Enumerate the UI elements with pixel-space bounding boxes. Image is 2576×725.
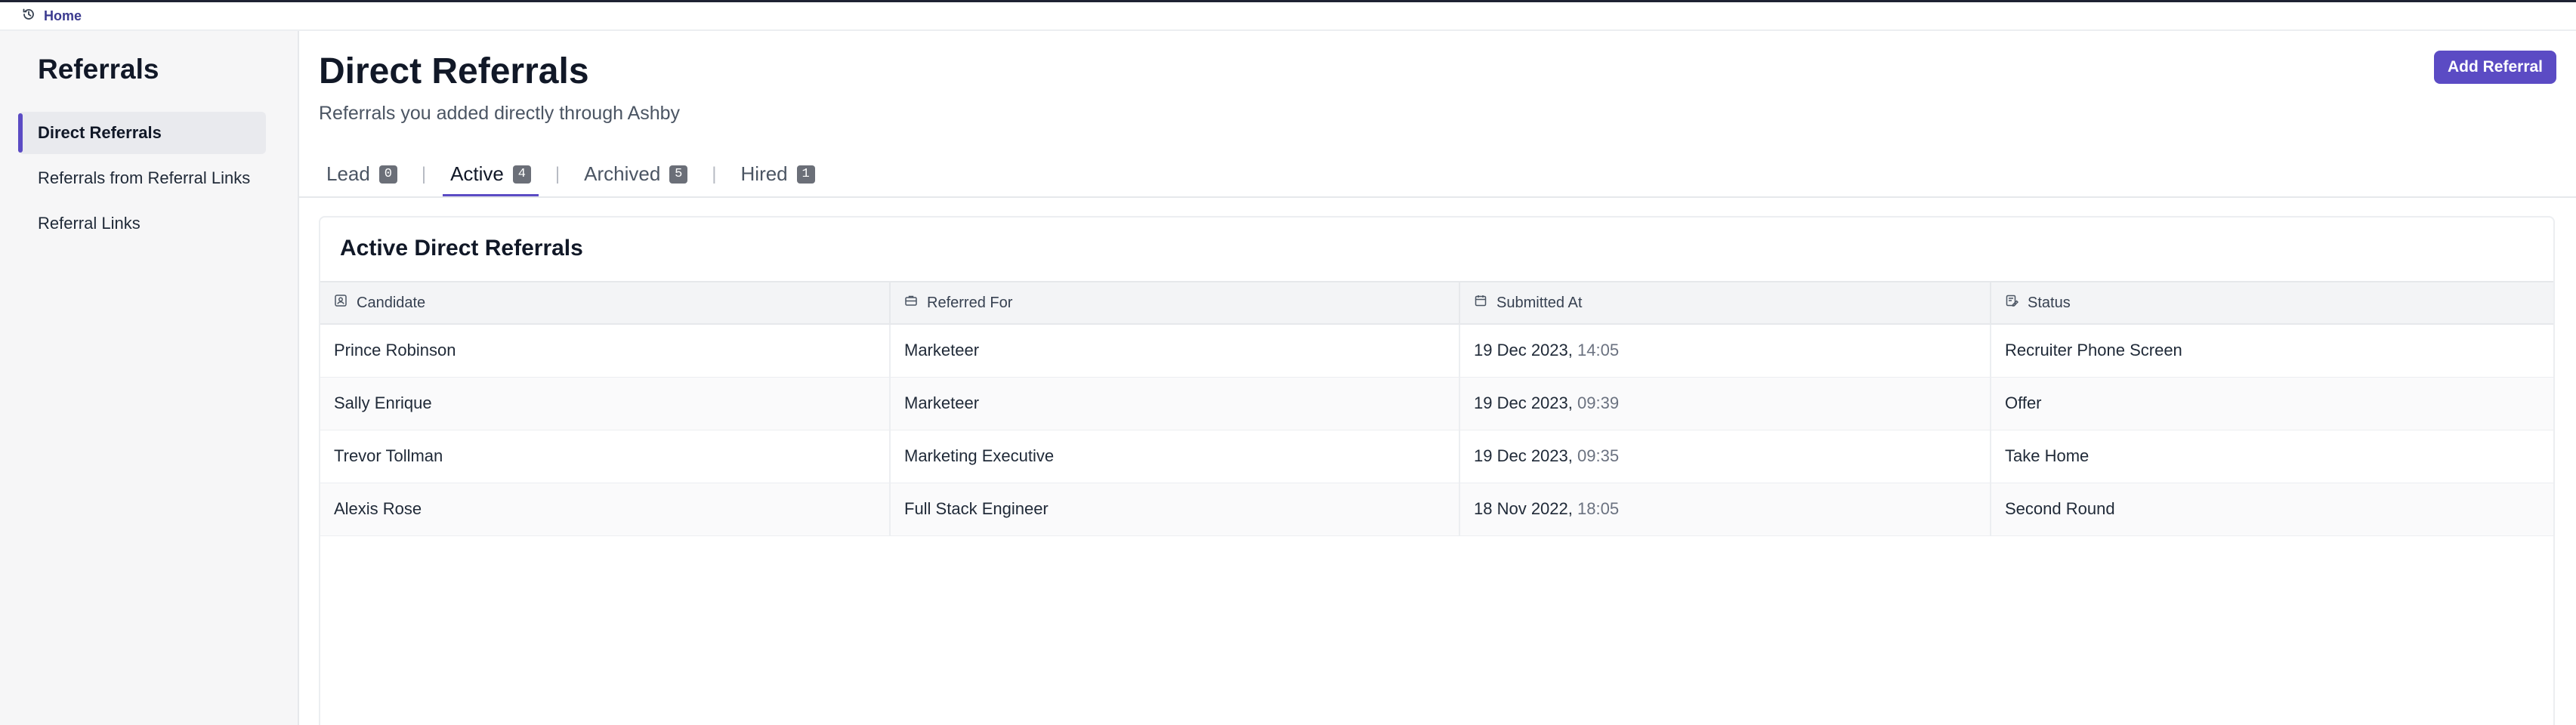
column-header-label: Submitted At (1496, 294, 1583, 311)
submitted-time: 09:35 (1577, 446, 1620, 465)
tab-archived[interactable]: Archived 5 (576, 152, 695, 196)
tab-active[interactable]: Active 4 (443, 152, 539, 196)
table-row[interactable]: Prince Robinson Marketeer 19 Dec 2023, 1… (320, 324, 2553, 378)
status-edit-icon (2005, 294, 2019, 312)
top-bar: Home (0, 2, 2576, 31)
tab-count-badge: 1 (796, 165, 815, 184)
column-header-label: Referred For (927, 294, 1013, 311)
cell-submitted-at: 19 Dec 2023, 09:39 (1459, 377, 1991, 430)
submitted-date: 19 Dec 2023, (1474, 341, 1573, 360)
tab-divider: | (712, 163, 717, 184)
tab-divider: | (421, 163, 427, 184)
column-header-label: Status (2028, 294, 2071, 311)
cell-status: Offer (1991, 377, 2553, 430)
column-header-referred-for[interactable]: Referred For (890, 281, 1460, 325)
column-header-submitted-at[interactable]: Submitted At (1459, 281, 1991, 325)
tab-label: Hired (740, 162, 788, 185)
home-link-label: Home (44, 8, 82, 23)
cell-status: Second Round (1991, 483, 2553, 536)
cell-candidate[interactable]: Sally Enrique (320, 377, 891, 430)
submitted-time: 14:05 (1577, 341, 1620, 360)
tab-count-badge: 4 (512, 165, 531, 184)
cell-referred-for: Full Stack Engineer (890, 483, 1460, 536)
briefcase-icon (904, 294, 918, 312)
column-header-label: Candidate (357, 294, 426, 311)
sidebar-item-referrals-from-links[interactable]: Referrals from Referral Links (18, 157, 266, 199)
table-header-row: Candidate Referred For Submitted At Stat… (320, 281, 2553, 325)
cell-status: Recruiter Phone Screen (1991, 324, 2553, 378)
cell-referred-for: Marketing Executive (890, 430, 1460, 483)
main-content: Direct Referrals Referrals you added dir… (299, 31, 2576, 725)
home-link[interactable]: Home (21, 7, 82, 26)
sidebar-item-label: Referrals from Referral Links (38, 168, 251, 187)
table-row[interactable]: Sally Enrique Marketeer 19 Dec 2023, 09:… (320, 377, 2553, 430)
cell-submitted-at: 18 Nov 2022, 18:05 (1459, 483, 1991, 536)
tabs-divider (299, 196, 2576, 198)
tab-label: Lead (326, 162, 370, 185)
cell-candidate[interactable]: Alexis Rose (320, 483, 891, 536)
sidebar-item-referral-links[interactable]: Referral Links (18, 202, 266, 245)
submitted-date: 19 Dec 2023, (1474, 446, 1573, 465)
tab-label: Active (450, 162, 504, 185)
sidebar-item-label: Referral Links (38, 214, 141, 233)
table-row[interactable]: Alexis Rose Full Stack Engineer 18 Nov 2… (320, 483, 2553, 536)
sidebar: Referrals Direct Referrals Referrals fro… (0, 31, 299, 725)
referrals-table-card: Active Direct Referrals Candidate Referr… (319, 216, 2555, 725)
add-referral-button[interactable]: Add Referral (2433, 51, 2556, 84)
cell-candidate[interactable]: Trevor Tollman (320, 430, 891, 483)
submitted-date: 19 Dec 2023, (1474, 393, 1573, 412)
column-header-candidate[interactable]: Candidate (320, 281, 891, 325)
page-title: Direct Referrals (319, 51, 589, 91)
cell-submitted-at: 19 Dec 2023, 14:05 (1459, 324, 1991, 378)
submitted-date: 18 Nov 2022, (1474, 499, 1573, 518)
cell-referred-for: Marketeer (890, 377, 1460, 430)
referrals-table: Candidate Referred For Submitted At Stat… (320, 281, 2553, 536)
cell-submitted-at: 19 Dec 2023, 09:35 (1459, 430, 1991, 483)
submitted-time: 09:39 (1577, 393, 1620, 412)
tab-hired[interactable]: Hired 1 (734, 152, 823, 196)
tab-label: Archived (584, 162, 661, 185)
sidebar-item-label: Direct Referrals (38, 123, 162, 142)
cell-referred-for: Marketeer (890, 324, 1460, 378)
page-subtitle: Referrals you added directly through Ash… (319, 103, 681, 124)
tab-count-badge: 0 (378, 165, 397, 184)
calendar-icon (1474, 294, 1487, 312)
tab-lead[interactable]: Lead 0 (319, 152, 405, 196)
history-icon (21, 7, 36, 26)
cell-candidate[interactable]: Prince Robinson (320, 324, 891, 378)
submitted-time: 18:05 (1577, 499, 1620, 518)
table-row[interactable]: Trevor Tollman Marketing Executive 19 De… (320, 430, 2553, 483)
cell-status: Take Home (1991, 430, 2553, 483)
tab-divider: | (554, 163, 561, 184)
status-tabs: Lead 0 | Active 4 | Archived 5 | Hired 1 (319, 152, 823, 196)
id-card-icon (334, 294, 347, 312)
tab-count-badge: 5 (669, 165, 688, 184)
table-title: Active Direct Referrals (340, 236, 583, 261)
sidebar-title: Referrals (38, 54, 159, 85)
sidebar-item-direct-referrals[interactable]: Direct Referrals (18, 112, 266, 154)
column-header-status[interactable]: Status (1991, 281, 2553, 325)
